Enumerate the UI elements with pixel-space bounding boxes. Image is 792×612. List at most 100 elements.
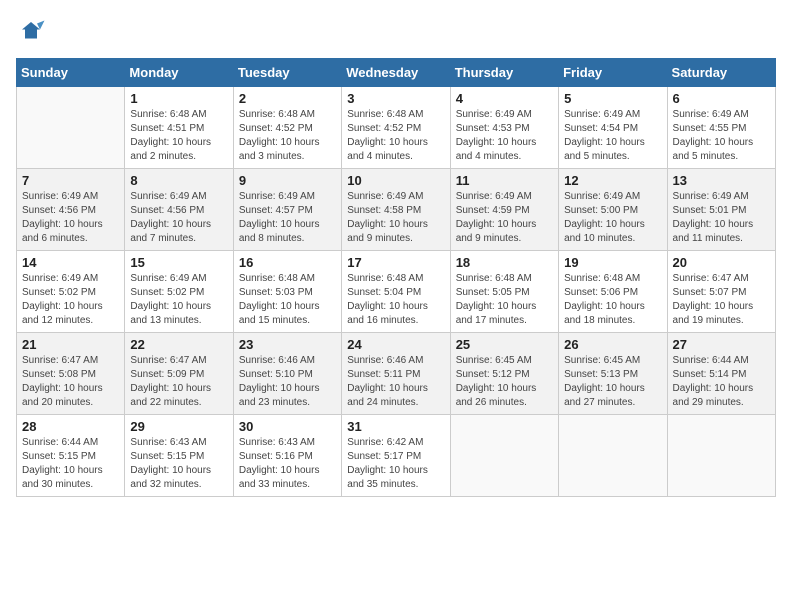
day-number: 8 <box>130 173 227 188</box>
day-info: Sunrise: 6:47 AM Sunset: 5:08 PM Dayligh… <box>22 354 119 410</box>
calendar-cell <box>559 415 667 497</box>
day-info: Sunrise: 6:46 AM Sunset: 5:11 PM Dayligh… <box>347 354 444 410</box>
day-info: Sunrise: 6:48 AM Sunset: 5:03 PM Dayligh… <box>239 272 336 328</box>
calendar-cell: 27 Sunrise: 6:44 AM Sunset: 5:14 PM Dayli… <box>667 333 775 415</box>
calendar-cell: 17 Sunrise: 6:48 AM Sunset: 5:04 PM Dayli… <box>342 251 450 333</box>
calendar-cell: 15Sunrise: 6:49 AM Sunset: 5:02 PM Dayli… <box>125 251 233 333</box>
day-number: 3 <box>347 91 444 106</box>
calendar-cell: 28 Sunrise: 6:44 AM Sunset: 5:15 PM Dayli… <box>17 415 125 497</box>
day-number: 23 <box>239 337 336 352</box>
day-info: Sunrise: 6:49 AM Sunset: 4:56 PM Dayligh… <box>130 190 227 246</box>
day-number: 14 <box>22 255 119 270</box>
calendar-week-row: 28 Sunrise: 6:44 AM Sunset: 5:15 PM Dayli… <box>17 415 776 497</box>
day-info: Sunrise: 6:48 AM Sunset: 5:06 PM Dayligh… <box>564 272 661 328</box>
day-info: Sunrise: 6:49 AM Sunset: 4:58 PM Dayligh… <box>347 190 444 246</box>
day-info: Sunrise: 6:47 AM Sunset: 5:09 PM Dayligh… <box>130 354 227 410</box>
calendar-cell: 10 Sunrise: 6:49 AM Sunset: 4:58 PM Dayli… <box>342 169 450 251</box>
day-number: 17 <box>347 255 444 270</box>
day-info: Sunrise: 6:48 AM Sunset: 4:52 PM Dayligh… <box>347 108 444 164</box>
day-number: 30 <box>239 419 336 434</box>
day-number: 2 <box>239 91 336 106</box>
calendar-header-friday: Friday <box>559 59 667 87</box>
day-number: 24 <box>347 337 444 352</box>
calendar-cell <box>17 87 125 169</box>
calendar-cell <box>667 415 775 497</box>
day-info: Sunrise: 6:49 AM Sunset: 4:53 PM Dayligh… <box>456 108 553 164</box>
calendar-cell: 5 Sunrise: 6:49 AM Sunset: 4:54 PM Daylig… <box>559 87 667 169</box>
day-number: 4 <box>456 91 553 106</box>
logo-icon <box>16 16 46 46</box>
day-number: 26 <box>564 337 661 352</box>
day-info: Sunrise: 6:49 AM Sunset: 5:02 PM Dayligh… <box>130 272 227 328</box>
calendar-cell: 29 Sunrise: 6:43 AM Sunset: 5:15 PM Dayli… <box>125 415 233 497</box>
day-info: Sunrise: 6:49 AM Sunset: 4:54 PM Dayligh… <box>564 108 661 164</box>
day-info: Sunrise: 6:48 AM Sunset: 5:05 PM Dayligh… <box>456 272 553 328</box>
day-info: Sunrise: 6:49 AM Sunset: 4:55 PM Dayligh… <box>673 108 770 164</box>
calendar-cell: 24 Sunrise: 6:46 AM Sunset: 5:11 PM Dayli… <box>342 333 450 415</box>
calendar-header-wednesday: Wednesday <box>342 59 450 87</box>
day-info: Sunrise: 6:45 AM Sunset: 5:12 PM Dayligh… <box>456 354 553 410</box>
calendar-cell: 31Sunrise: 6:42 AM Sunset: 5:17 PM Dayli… <box>342 415 450 497</box>
day-info: Sunrise: 6:49 AM Sunset: 4:56 PM Dayligh… <box>22 190 119 246</box>
day-info: Sunrise: 6:48 AM Sunset: 5:04 PM Dayligh… <box>347 272 444 328</box>
calendar-week-row: 14 Sunrise: 6:49 AM Sunset: 5:02 PM Dayli… <box>17 251 776 333</box>
calendar-header-tuesday: Tuesday <box>233 59 341 87</box>
logo <box>16 16 50 46</box>
calendar-cell: 18Sunrise: 6:48 AM Sunset: 5:05 PM Dayli… <box>450 251 558 333</box>
calendar-cell: 1Sunrise: 6:48 AM Sunset: 4:51 PM Daylig… <box>125 87 233 169</box>
day-info: Sunrise: 6:49 AM Sunset: 5:02 PM Dayligh… <box>22 272 119 328</box>
day-number: 6 <box>673 91 770 106</box>
day-number: 11 <box>456 173 553 188</box>
calendar-cell: 25 Sunrise: 6:45 AM Sunset: 5:12 PM Dayli… <box>450 333 558 415</box>
day-number: 29 <box>130 419 227 434</box>
calendar-cell: 20 Sunrise: 6:47 AM Sunset: 5:07 PM Dayli… <box>667 251 775 333</box>
day-info: Sunrise: 6:49 AM Sunset: 5:00 PM Dayligh… <box>564 190 661 246</box>
calendar-cell: 26Sunrise: 6:45 AM Sunset: 5:13 PM Dayli… <box>559 333 667 415</box>
day-info: Sunrise: 6:46 AM Sunset: 5:10 PM Dayligh… <box>239 354 336 410</box>
calendar-header-saturday: Saturday <box>667 59 775 87</box>
day-info: Sunrise: 6:49 AM Sunset: 5:01 PM Dayligh… <box>673 190 770 246</box>
day-number: 19 <box>564 255 661 270</box>
day-number: 22 <box>130 337 227 352</box>
calendar-header-monday: Monday <box>125 59 233 87</box>
day-info: Sunrise: 6:47 AM Sunset: 5:07 PM Dayligh… <box>673 272 770 328</box>
calendar-cell: 23 Sunrise: 6:46 AM Sunset: 5:10 PM Dayli… <box>233 333 341 415</box>
day-number: 10 <box>347 173 444 188</box>
calendar-cell: 19 Sunrise: 6:48 AM Sunset: 5:06 PM Dayli… <box>559 251 667 333</box>
day-info: Sunrise: 6:49 AM Sunset: 4:59 PM Dayligh… <box>456 190 553 246</box>
day-number: 27 <box>673 337 770 352</box>
day-number: 7 <box>22 173 119 188</box>
day-info: Sunrise: 6:44 AM Sunset: 5:14 PM Dayligh… <box>673 354 770 410</box>
calendar-cell: 2 Sunrise: 6:48 AM Sunset: 4:52 PM Daylig… <box>233 87 341 169</box>
calendar-cell: 12 Sunrise: 6:49 AM Sunset: 5:00 PM Dayli… <box>559 169 667 251</box>
page-header <box>16 16 776 46</box>
calendar-cell: 13 Sunrise: 6:49 AM Sunset: 5:01 PM Dayli… <box>667 169 775 251</box>
day-number: 12 <box>564 173 661 188</box>
day-info: Sunrise: 6:43 AM Sunset: 5:16 PM Dayligh… <box>239 436 336 492</box>
calendar-cell: 8 Sunrise: 6:49 AM Sunset: 4:56 PM Daylig… <box>125 169 233 251</box>
calendar-cell: 14 Sunrise: 6:49 AM Sunset: 5:02 PM Dayli… <box>17 251 125 333</box>
day-number: 31 <box>347 419 444 434</box>
calendar-cell: 22 Sunrise: 6:47 AM Sunset: 5:09 PM Dayli… <box>125 333 233 415</box>
day-info: Sunrise: 6:44 AM Sunset: 5:15 PM Dayligh… <box>22 436 119 492</box>
calendar-cell: 30 Sunrise: 6:43 AM Sunset: 5:16 PM Dayli… <box>233 415 341 497</box>
day-number: 13 <box>673 173 770 188</box>
calendar-cell: 16Sunrise: 6:48 AM Sunset: 5:03 PM Dayli… <box>233 251 341 333</box>
day-info: Sunrise: 6:48 AM Sunset: 4:52 PM Dayligh… <box>239 108 336 164</box>
day-number: 28 <box>22 419 119 434</box>
calendar-table: SundayMondayTuesdayWednesdayThursdayFrid… <box>16 58 776 497</box>
calendar-cell <box>450 415 558 497</box>
calendar-cell: 21 Sunrise: 6:47 AM Sunset: 5:08 PM Dayli… <box>17 333 125 415</box>
day-number: 20 <box>673 255 770 270</box>
calendar-week-row: 21 Sunrise: 6:47 AM Sunset: 5:08 PM Dayli… <box>17 333 776 415</box>
calendar-header-sunday: Sunday <box>17 59 125 87</box>
day-number: 25 <box>456 337 553 352</box>
day-number: 21 <box>22 337 119 352</box>
calendar-cell: 4 Sunrise: 6:49 AM Sunset: 4:53 PM Daylig… <box>450 87 558 169</box>
day-number: 1 <box>130 91 227 106</box>
calendar-week-row: 7 Sunrise: 6:49 AM Sunset: 4:56 PM Daylig… <box>17 169 776 251</box>
day-number: 9 <box>239 173 336 188</box>
calendar-cell: 6 Sunrise: 6:49 AM Sunset: 4:55 PM Daylig… <box>667 87 775 169</box>
day-info: Sunrise: 6:43 AM Sunset: 5:15 PM Dayligh… <box>130 436 227 492</box>
day-number: 5 <box>564 91 661 106</box>
